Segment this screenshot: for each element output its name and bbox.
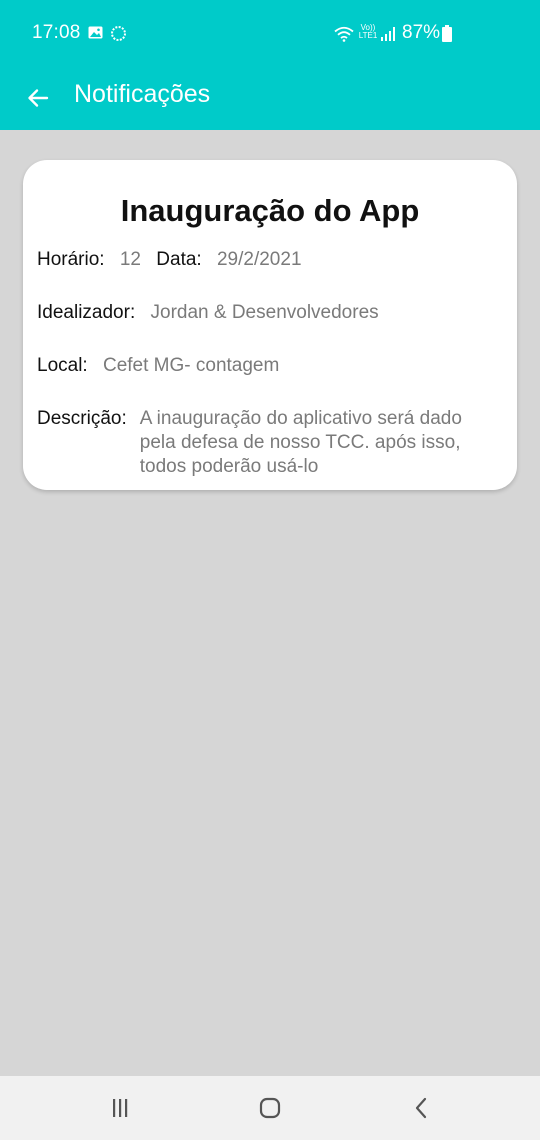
- system-back-button[interactable]: [406, 1092, 438, 1124]
- sync-icon: [111, 26, 126, 41]
- gallery-icon: [88, 26, 103, 39]
- schedule-row: Horário: 12 Data: 29/2/2021: [37, 248, 302, 272]
- local-row: Local: Cefet MG- contagem: [37, 354, 279, 378]
- status-bar: 17:08 Vo)) LTE1 87%: [0, 0, 540, 68]
- status-time: 17:08: [32, 22, 81, 43]
- notification-title: Inauguração do App: [120, 193, 420, 228]
- local-value: Cefet MG- contagem: [102, 355, 280, 376]
- system-nav-bar: [0, 1076, 540, 1140]
- home-button[interactable]: [254, 1092, 286, 1124]
- idealizador-label: Idealizador:: [37, 302, 136, 323]
- recents-icon: [113, 1099, 128, 1117]
- descricao-value: A inauguração do aplicativo será dado pe…: [139, 408, 462, 477]
- horario-label: Horário:: [37, 249, 105, 270]
- local-label: Local:: [37, 355, 88, 376]
- data-label: Data:: [156, 249, 202, 270]
- battery-percentage: 87%: [402, 22, 441, 43]
- horario-value: 12: [119, 249, 141, 270]
- page-title: Notificações: [74, 80, 211, 108]
- recents-button[interactable]: [104, 1092, 136, 1124]
- wifi-icon: [334, 26, 354, 42]
- app-bar: Notificações: [0, 68, 540, 130]
- idealizador-row: Idealizador: Jordan & Desenvolvedores: [37, 301, 379, 325]
- volte-indicator: Vo)) LTE1: [358, 23, 378, 40]
- battery-icon: [442, 25, 452, 42]
- data-value: 29/2/2021: [216, 249, 302, 270]
- notification-card[interactable]: Inauguração do App Horário: 12 Data: 29/…: [23, 160, 517, 490]
- arrow-left-icon: [28, 89, 49, 107]
- back-icon: [415, 1097, 427, 1119]
- idealizador-value: Jordan & Desenvolvedores: [150, 302, 379, 323]
- descricao-row: Descrição: A inauguração do aplicativo s…: [37, 407, 486, 479]
- signal-icon: [381, 27, 395, 41]
- home-icon: [259, 1097, 281, 1119]
- descricao-label: Descrição:: [37, 408, 127, 429]
- back-button[interactable]: [20, 80, 56, 116]
